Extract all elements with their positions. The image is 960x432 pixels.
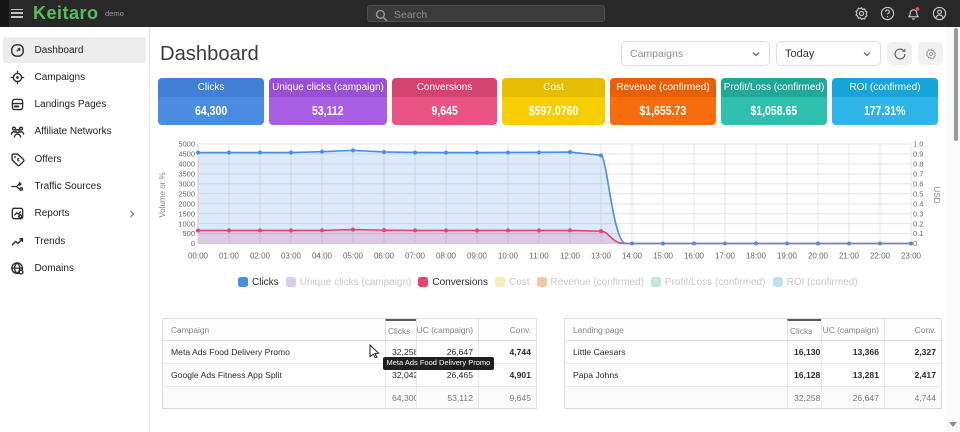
svg-text:11:00: 11:00	[529, 251, 549, 260]
svg-text:18:00: 18:00	[746, 251, 767, 260]
svg-text:2500: 2500	[178, 190, 195, 199]
svg-text:0.2: 0.2	[913, 219, 923, 228]
svg-text:0: 0	[191, 239, 195, 248]
svg-text:06:00: 06:00	[374, 251, 395, 260]
svg-text:0.3: 0.3	[913, 209, 923, 218]
svg-text:20:00: 20:00	[808, 251, 829, 260]
svg-text:0.1: 0.1	[913, 229, 923, 238]
svg-text:05:00: 05:00	[343, 251, 364, 260]
svg-text:0.9: 0.9	[913, 150, 923, 159]
svg-text:01:00: 01:00	[219, 251, 240, 260]
svg-text:09:00: 09:00	[467, 251, 488, 260]
svg-text:19:00: 19:00	[777, 251, 798, 260]
svg-text:1500: 1500	[178, 209, 195, 218]
svg-text:0: 0	[913, 239, 917, 248]
svg-text:04:00: 04:00	[312, 251, 333, 260]
svg-text:23:00: 23:00	[901, 251, 922, 260]
svg-text:1000: 1000	[178, 219, 195, 228]
svg-text:10:00: 10:00	[498, 251, 519, 260]
svg-text:2000: 2000	[178, 199, 195, 208]
svg-text:0.4: 0.4	[913, 199, 923, 208]
svg-text:17:00: 17:00	[715, 251, 736, 260]
svg-text:0.8: 0.8	[913, 160, 923, 169]
svg-text:14:00: 14:00	[622, 251, 643, 260]
svg-text:0.6: 0.6	[913, 180, 923, 189]
svg-text:22:00: 22:00	[870, 251, 891, 260]
svg-text:02:00: 02:00	[250, 251, 271, 260]
svg-text:0.7: 0.7	[913, 170, 923, 179]
svg-text:00:00: 00:00	[188, 251, 209, 260]
svg-text:500: 500	[182, 229, 195, 238]
svg-text:12:00: 12:00	[560, 251, 581, 260]
svg-text:3500: 3500	[178, 170, 195, 179]
svg-text:5000: 5000	[178, 140, 195, 149]
svg-text:3000: 3000	[178, 180, 195, 189]
svg-text:4500: 4500	[178, 150, 195, 159]
svg-text:03:00: 03:00	[281, 251, 302, 260]
svg-text:1.0: 1.0	[913, 140, 923, 149]
svg-text:Volume or %: Volume or %	[158, 172, 167, 217]
svg-text:15:00: 15:00	[653, 251, 674, 260]
svg-text:4000: 4000	[178, 160, 195, 169]
svg-text:07:00: 07:00	[405, 251, 426, 260]
svg-text:21:00: 21:00	[839, 251, 860, 260]
svg-text:13:00: 13:00	[591, 251, 612, 260]
svg-text:0.5: 0.5	[913, 190, 923, 199]
svg-text:16:00: 16:00	[684, 251, 705, 260]
svg-text:08:00: 08:00	[436, 251, 457, 260]
svg-text:USD: USD	[932, 187, 941, 204]
